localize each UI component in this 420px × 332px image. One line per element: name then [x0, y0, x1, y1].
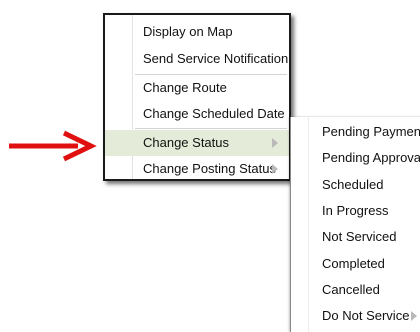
submenu-item-in-progress[interactable]: In Progress	[291, 198, 420, 223]
menu-item-change-posting-status[interactable]: Change Posting Status	[105, 156, 289, 181]
submenu-item-do-not-service[interactable]: Do Not Service	[291, 303, 420, 328]
menu-item-label: Change Scheduled Date	[143, 106, 285, 121]
menu-item-label: Change Posting Status	[143, 161, 276, 176]
menu-item-label: Display on Map	[143, 24, 233, 39]
menu-item-change-route[interactable]: Change Route	[105, 75, 289, 100]
status-submenu: Pending Payment Pending Approval Schedul…	[290, 117, 420, 332]
submenu-item-label: Pending Approval	[322, 150, 420, 165]
submenu-item-label: Pending Payment	[322, 124, 420, 139]
submenu-item-label: Scheduled	[322, 177, 384, 192]
submenu-item-label: Completed	[322, 256, 385, 271]
submenu-item-label: Do Not Service	[322, 308, 410, 323]
submenu-item-completed[interactable]: Completed	[291, 251, 420, 276]
menu-item-label: Change Route	[143, 80, 227, 95]
menu-item-display-on-map[interactable]: Display on Map	[105, 19, 289, 44]
submenu-item-pending-approval[interactable]: Pending Approval	[291, 145, 420, 170]
menu-item-label: Send Service Notification	[143, 51, 289, 66]
submenu-item-label: Not Serviced	[322, 229, 397, 244]
menu-item-change-status[interactable]: Change Status	[105, 130, 289, 156]
submenu-item-scheduled[interactable]: Scheduled	[291, 172, 420, 197]
menu-item-label: Change Status	[143, 135, 230, 150]
submenu-item-pending-payment[interactable]: Pending Payment	[291, 119, 420, 144]
submenu-item-label: Cancelled	[322, 282, 380, 297]
submenu-arrow-icon	[272, 138, 278, 148]
menu-item-change-scheduled-date[interactable]: Change Scheduled Date	[105, 101, 289, 126]
red-arrow-icon	[9, 130, 97, 162]
submenu-item-cancelled[interactable]: Cancelled	[291, 277, 420, 302]
menu-separator	[135, 128, 287, 129]
submenu-arrow-icon	[272, 164, 278, 174]
submenu-item-not-serviced[interactable]: Not Serviced	[291, 224, 420, 249]
menu-item-send-service-notification[interactable]: Send Service Notification	[105, 46, 289, 71]
submenu-arrow-icon	[411, 311, 417, 321]
submenu-item-label: In Progress	[322, 203, 389, 218]
context-menu: Display on Map Send Service Notification…	[103, 13, 291, 181]
